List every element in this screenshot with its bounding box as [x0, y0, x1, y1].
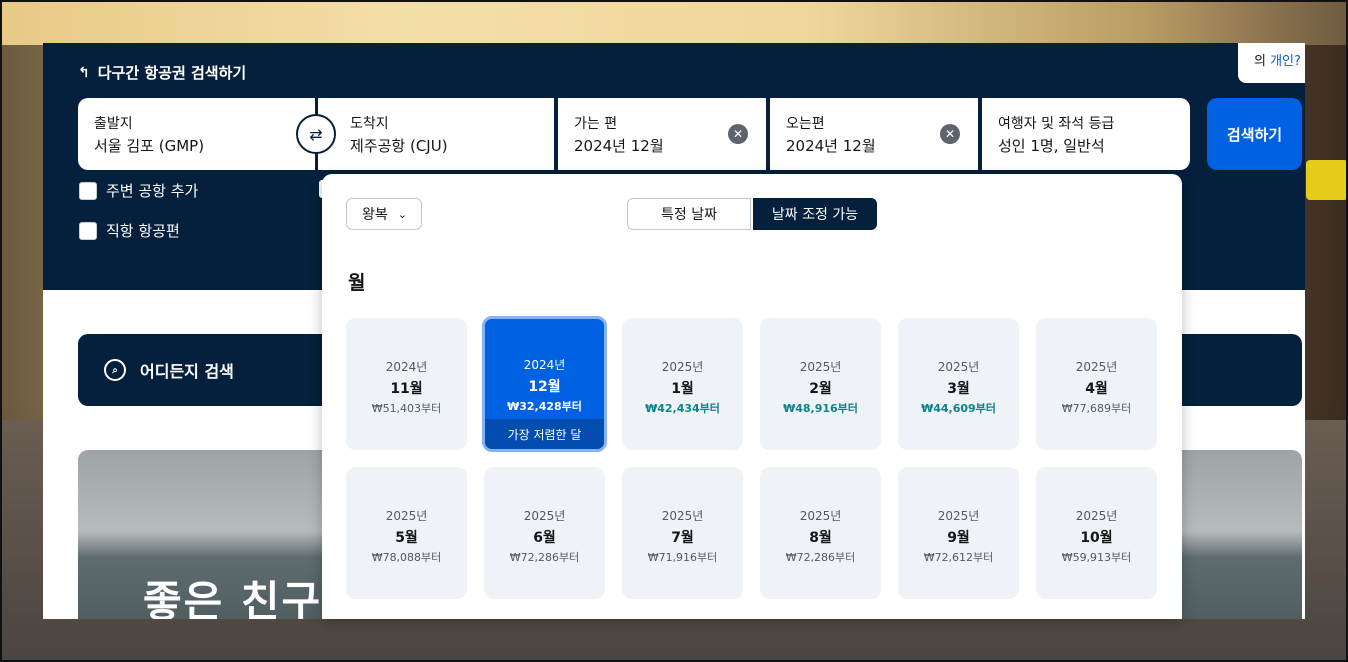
- chevron-down-icon: ⌄: [397, 207, 407, 221]
- trip-type-select[interactable]: 왕복 ⌄: [346, 198, 422, 230]
- date-mode-toggle: 특정 날짜 날짜 조정 가능: [627, 198, 877, 230]
- month-price: ₩59,913부터: [1061, 551, 1132, 564]
- month-price: ₩72,612부터: [923, 551, 994, 564]
- month-price: ₩77,689부터: [1061, 402, 1132, 415]
- month-name: 12월: [528, 379, 561, 395]
- promo-heading: 좋은 친구: [143, 577, 323, 619]
- destination-value: 제주공항 (CJU): [350, 137, 448, 155]
- month-cell[interactable]: 2024년 12월 ₩32,428부터가장 저렴한 달: [482, 316, 607, 452]
- month-cell[interactable]: 2025년 4월 ₩77,689부터: [1036, 318, 1157, 450]
- checkbox-box[interactable]: [79, 221, 97, 240]
- multi-city-link[interactable]: ↰ 다구간 항공권 검색하기: [78, 62, 246, 83]
- month-year: 2025년: [661, 360, 704, 374]
- month-name: 8월: [809, 530, 832, 546]
- search-button[interactable]: 검색하기: [1207, 98, 1302, 170]
- month-name: 1월: [671, 381, 694, 397]
- date-picker-popup: 왕복 ⌄ 특정 날짜 날짜 조정 가능 월 2024년 11월 ₩51,403부터 2…: [322, 174, 1182, 619]
- direct-flights-label: 직항 항공편: [106, 222, 180, 240]
- origin-field[interactable]: 출발지 서울 김포 (GMP): [78, 98, 315, 170]
- month-cell[interactable]: 2025년 6월 ₩72,286부터: [484, 467, 605, 599]
- month-cell[interactable]: 2024년 11월 ₩51,403부터: [346, 318, 467, 450]
- depart-date-field[interactable]: 가는 편 2024년 12월 ✕: [558, 98, 766, 170]
- swap-button[interactable]: ⇄: [296, 114, 336, 154]
- month-heading: 월: [348, 272, 366, 294]
- month-price: ₩71,916부터: [647, 551, 718, 564]
- destination-label: 도착지: [350, 116, 389, 132]
- month-price: ₩42,434부터: [645, 402, 720, 415]
- multi-city-label: 다구간 항공권 검색하기: [97, 64, 247, 82]
- cheapest-month-badge: 가장 저렴한 달: [485, 419, 604, 449]
- month-price: ₩78,088부터: [371, 551, 442, 564]
- origin-value: 서울 김포 (GMP): [94, 137, 205, 155]
- month-name: 9월: [947, 530, 970, 546]
- origin-label: 출발지: [94, 116, 133, 132]
- search-anywhere-label: 어디든지 검색: [140, 362, 234, 381]
- month-cell[interactable]: 2025년 1월 ₩42,434부터: [622, 318, 743, 450]
- privacy-link[interactable]: 개인?: [1270, 54, 1301, 69]
- multi-city-icon: ↰: [78, 64, 90, 81]
- month-year: 2025년: [799, 360, 842, 374]
- month-name: 7월: [671, 530, 694, 546]
- privacy-notice: 의 개인?: [1238, 43, 1305, 83]
- tab-flexible-dates[interactable]: 날짜 조정 가능: [753, 198, 877, 230]
- month-name: 2월: [809, 381, 832, 397]
- month-name: 6월: [533, 530, 556, 546]
- return-label: 오는편: [786, 116, 825, 132]
- travellers-label: 여행자 및 좌석 등급: [998, 116, 1115, 132]
- tab-specific-dates[interactable]: 특정 날짜: [627, 198, 751, 230]
- clear-return-icon[interactable]: ✕: [940, 124, 960, 144]
- privacy-prefix: 의: [1254, 54, 1271, 69]
- nearby-airports-label: 주변 공항 추가: [106, 182, 199, 200]
- month-price: ₩72,286부터: [509, 551, 580, 564]
- travellers-value: 성인 1명, 일반석: [998, 137, 1105, 155]
- month-cell[interactable]: 2025년 10월 ₩59,913부터: [1036, 467, 1157, 599]
- month-name: 3월: [947, 381, 970, 397]
- month-year: 2025년: [799, 509, 842, 523]
- return-value: 2024년 12월: [786, 137, 876, 155]
- month-year: 2025년: [523, 509, 566, 523]
- travellers-field[interactable]: 여행자 및 좌석 등급 성인 1명, 일반석: [982, 98, 1190, 170]
- month-year: 2025년: [1075, 360, 1118, 374]
- background-vehicle: [1306, 160, 1348, 200]
- month-price: ₩44,609부터: [921, 402, 996, 415]
- swap-icon: ⇄: [309, 124, 323, 144]
- month-year: 2024년: [523, 358, 566, 372]
- month-cell[interactable]: 2025년 3월 ₩44,609부터: [898, 318, 1019, 450]
- month-price: ₩48,916부터: [783, 402, 858, 415]
- month-year: 2025년: [1075, 509, 1118, 523]
- month-year: 2025년: [661, 509, 704, 523]
- clear-depart-icon[interactable]: ✕: [728, 124, 748, 144]
- month-name: 11월: [390, 381, 423, 397]
- month-year: 2025년: [385, 509, 428, 523]
- background-sky: [0, 0, 1348, 45]
- month-year: 2025년: [937, 509, 980, 523]
- month-name: 4월: [1085, 381, 1108, 397]
- month-name: 5월: [395, 530, 418, 546]
- month-price: ₩51,403부터: [371, 402, 442, 415]
- month-cell[interactable]: 2025년 9월 ₩72,612부터: [898, 467, 1019, 599]
- return-date-field[interactable]: 오는편 2024년 12월 ✕: [770, 98, 978, 170]
- search-globe-icon: ⌕: [104, 359, 126, 381]
- month-price: ₩32,428부터: [507, 400, 582, 413]
- trip-type-value: 왕복: [362, 207, 388, 223]
- checkbox-box[interactable]: [79, 181, 97, 200]
- destination-field[interactable]: 도착지 제주공항 (CJU): [318, 98, 554, 170]
- depart-label: 가는 편: [574, 116, 618, 132]
- month-cell[interactable]: 2025년 8월 ₩72,286부터: [760, 467, 881, 599]
- month-cell[interactable]: 2025년 5월 ₩78,088부터: [346, 467, 467, 599]
- month-name: 10월: [1080, 530, 1113, 546]
- month-cell[interactable]: 2025년 7월 ₩71,916부터: [622, 467, 743, 599]
- nearby-airports-checkbox[interactable]: 주변 공항 추가: [79, 180, 198, 201]
- direct-flights-checkbox[interactable]: 직항 항공편: [79, 220, 180, 241]
- depart-value: 2024년 12월: [574, 137, 664, 155]
- month-year: 2024년: [385, 360, 428, 374]
- month-cell[interactable]: 2025년 2월 ₩48,916부터: [760, 318, 881, 450]
- month-year: 2025년: [937, 360, 980, 374]
- month-price: ₩72,286부터: [785, 551, 856, 564]
